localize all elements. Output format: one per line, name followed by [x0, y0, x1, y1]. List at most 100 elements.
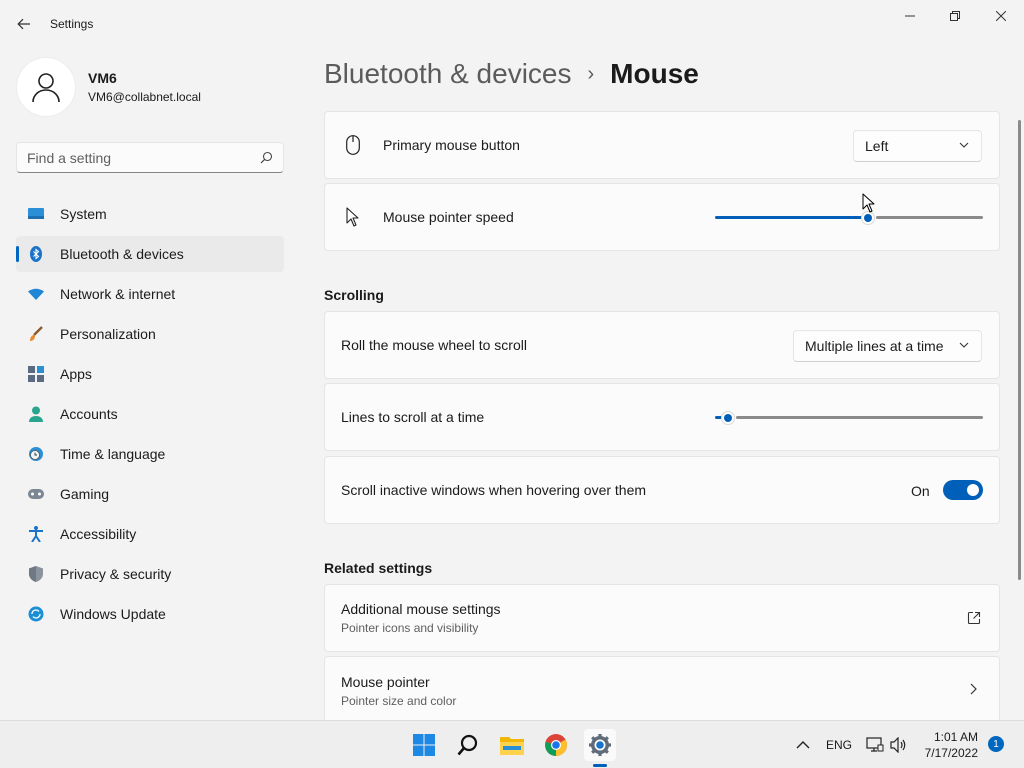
scroll-inactive-toggle[interactable] — [943, 480, 983, 500]
sidebar-item-label: Bluetooth & devices — [60, 246, 184, 262]
toggle-knob — [967, 484, 979, 496]
additional-mouse-settings-link[interactable]: Additional mouse settings Pointer icons … — [324, 584, 1000, 652]
settings-taskbar-button[interactable] — [584, 729, 616, 761]
close-icon — [996, 11, 1006, 21]
sidebar-item-windows-update[interactable]: Windows Update — [16, 596, 284, 632]
additional-mouse-sub: Pointer icons and visibility — [341, 621, 479, 635]
sidebar-item-label: Personalization — [60, 326, 156, 342]
scroll-inactive-label: Scroll inactive windows when hovering ov… — [341, 482, 647, 498]
sidebar-item-bluetooth-devices[interactable]: Bluetooth & devices — [16, 236, 284, 272]
app-title: Settings — [50, 17, 94, 31]
title-bar: Settings — [0, 0, 1024, 48]
search-placeholder: Find a setting — [27, 149, 112, 166]
gamepad-icon — [28, 486, 44, 502]
slider-track — [876, 216, 983, 219]
sidebar-item-label: Windows Update — [60, 606, 166, 622]
primary-button-value: Left — [865, 138, 889, 154]
additional-mouse-label: Additional mouse settings — [341, 601, 501, 617]
sidebar-item-accounts[interactable]: Accounts — [16, 396, 284, 432]
breadcrumb-separator: › — [587, 62, 595, 85]
start-icon — [413, 734, 435, 756]
chrome-icon — [545, 734, 567, 756]
search-icon — [260, 151, 273, 164]
person-icon — [28, 406, 44, 422]
primary-button-dropdown[interactable]: Left — [853, 130, 982, 162]
settings-icon — [589, 734, 611, 756]
wifi-icon — [28, 286, 44, 302]
monitor-icon — [28, 206, 44, 222]
mouse-pointer-sub: Pointer size and color — [341, 693, 457, 708]
taskbar-clock[interactable]: 1:01 AM 7/17/2022 — [916, 729, 978, 761]
slider-thumb[interactable] — [861, 211, 875, 225]
show-hidden-icons-button[interactable] — [796, 721, 810, 768]
slider-fill — [715, 216, 862, 219]
additional-mouse-text: Additional mouse settings Pointer icons … — [341, 601, 967, 635]
mouse-cursor-icon — [862, 193, 875, 213]
sidebar-item-system[interactable]: System — [16, 196, 284, 232]
chevron-right-icon — [970, 683, 977, 694]
sidebar-item-privacy-security[interactable]: Privacy & security — [16, 556, 284, 592]
breadcrumb: Bluetooth & devices › Mouse — [324, 58, 699, 90]
file-explorer-icon — [500, 737, 524, 755]
active-app-indicator — [593, 764, 607, 767]
sidebar-item-accessibility[interactable]: Accessibility — [16, 516, 284, 552]
restore-icon — [950, 11, 960, 21]
sidebar-item-label: Network & internet — [60, 286, 176, 302]
sidebar-item-label: Gaming — [60, 486, 110, 502]
slider-thumb[interactable] — [721, 411, 735, 425]
start-button[interactable] — [408, 729, 440, 761]
sidebar-item-label: Apps — [60, 366, 92, 382]
minimize-button[interactable] — [887, 0, 933, 32]
person-avatar-icon — [32, 73, 60, 103]
back-button[interactable] — [12, 12, 36, 36]
taskbar-search-button[interactable] — [452, 729, 484, 761]
language-indicator[interactable]: ENG — [826, 721, 852, 768]
sidebar-item-label: Accounts — [60, 406, 118, 422]
shield-icon — [28, 566, 44, 582]
sidebar-item-label: System — [60, 206, 107, 222]
sidebar-item-apps[interactable]: Apps — [16, 356, 284, 392]
sidebar-item-network[interactable]: Network & internet — [16, 276, 284, 312]
sidebar-item-time-language[interactable]: Time & language — [16, 436, 284, 472]
file-explorer-button[interactable] — [496, 729, 528, 761]
restore-button[interactable] — [932, 0, 978, 32]
profile-email: VM6@collabnet.local — [88, 90, 201, 104]
network-monitor-icon — [866, 737, 884, 752]
sidebar-item-personalization[interactable]: Personalization — [16, 316, 284, 352]
accessibility-icon — [28, 526, 44, 542]
mouse-icon — [343, 135, 363, 155]
roll-wheel-dropdown[interactable]: Multiple lines at a time — [793, 330, 982, 362]
notification-badge[interactable]: 1 — [988, 736, 1004, 752]
pointer-icon — [343, 207, 363, 227]
apps-icon — [28, 366, 44, 382]
sidebar-item-label: Time & language — [60, 446, 166, 462]
sidebar-item-label: Privacy & security — [60, 566, 172, 582]
brush-icon — [28, 326, 44, 342]
mouse-pointer-label: Mouse pointer — [341, 673, 430, 690]
user-profile[interactable]: VM6 VM6@collabnet.local — [16, 57, 201, 117]
sidebar-item-gaming[interactable]: Gaming — [16, 476, 284, 512]
update-icon — [28, 606, 44, 622]
chrome-button[interactable] — [540, 729, 572, 761]
scroll-inactive-card: Scroll inactive windows when hovering ov… — [324, 456, 1000, 524]
external-link-icon — [967, 611, 981, 625]
breadcrumb-parent-link[interactable]: Bluetooth & devices — [324, 58, 572, 90]
pointer-speed-slider[interactable] — [715, 208, 983, 228]
bluetooth-icon — [28, 246, 44, 262]
chevron-down-icon — [959, 142, 969, 148]
lines-to-scroll-slider[interactable] — [715, 408, 983, 428]
mouse-pointer-text: Mouse pointer Pointer size and color — [341, 674, 969, 708]
clock-globe-icon — [28, 446, 44, 462]
sidebar-nav: System Bluetooth & devices Network & int… — [16, 196, 284, 636]
network-status-button[interactable] — [866, 721, 884, 768]
clock-time: 1:01 AM — [933, 730, 978, 744]
sidebar-item-label: Accessibility — [60, 526, 137, 542]
taskbar: ENG 1:01 AM 7/17/2022 — [0, 720, 1024, 768]
close-button[interactable] — [978, 0, 1024, 32]
search-input[interactable]: Find a setting — [16, 142, 284, 173]
page-title: Mouse — [610, 58, 699, 89]
roll-wheel-value: Multiple lines at a time — [805, 338, 944, 354]
volume-button[interactable] — [890, 721, 908, 768]
scrollbar[interactable] — [1018, 120, 1021, 580]
mouse-pointer-link[interactable]: Mouse pointer Pointer size and color — [324, 656, 1000, 720]
